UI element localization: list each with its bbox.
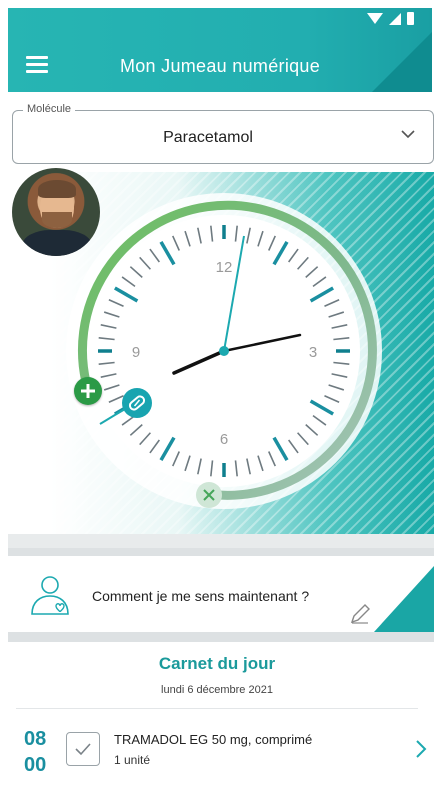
pill-icon xyxy=(128,395,146,411)
feeling-corner-decoration xyxy=(374,566,434,632)
person-heart-icon xyxy=(31,576,69,615)
dose-checkbox[interactable] xyxy=(66,732,100,766)
end-dose-marker[interactable] xyxy=(196,482,222,508)
signal-icon xyxy=(389,12,401,25)
app-bar: Mon Jumeau numérique xyxy=(8,8,432,92)
numeral-12: 12 xyxy=(216,259,233,276)
row-divider xyxy=(16,708,418,709)
avatar[interactable] xyxy=(12,168,100,256)
carnet-date: lundi 6 décembre 2021 xyxy=(161,684,273,696)
checkbox-icon xyxy=(75,743,91,756)
dose-time: 08 00 xyxy=(24,726,46,778)
wifi-icon xyxy=(367,13,383,24)
chevron-down-icon xyxy=(401,130,415,139)
carnet-title: Carnet du jour xyxy=(158,654,276,673)
pill-marker[interactable] xyxy=(122,388,152,418)
section-divider xyxy=(8,632,434,642)
section-divider xyxy=(8,534,434,548)
medication-quantity: 1 unité xyxy=(114,753,151,767)
molecule-value: Paracetamol xyxy=(163,129,253,146)
pencil-icon xyxy=(350,604,370,624)
dose-minute: 00 xyxy=(24,754,47,776)
battery-icon xyxy=(407,12,414,25)
plus-icon xyxy=(81,384,95,398)
chevron-right-icon[interactable] xyxy=(414,738,428,760)
numeral-9: 9 xyxy=(132,344,140,361)
feeling-prompt: Comment je me sens maintenant ? xyxy=(92,588,310,604)
molecule-label: Molécule xyxy=(23,103,76,115)
status-bar xyxy=(367,12,414,25)
medication-name: TRAMADOL EG 50 mg, comprimé xyxy=(114,732,313,747)
feeling-button[interactable]: Comment je me sens maintenant ? xyxy=(8,548,434,632)
numeral-6: 6 xyxy=(220,431,228,448)
molecule-select[interactable]: Molécule Paracetamol xyxy=(12,103,434,164)
close-icon xyxy=(203,489,215,501)
page-title: Mon Jumeau numérique xyxy=(119,56,321,76)
dose-hour: 08 xyxy=(24,728,47,750)
list-item[interactable]: 08 00 TRAMADOL EG 50 mg, comprimé 1 unit… xyxy=(8,718,434,778)
add-dose-button[interactable] xyxy=(74,377,102,405)
numeral-3: 3 xyxy=(309,344,317,361)
